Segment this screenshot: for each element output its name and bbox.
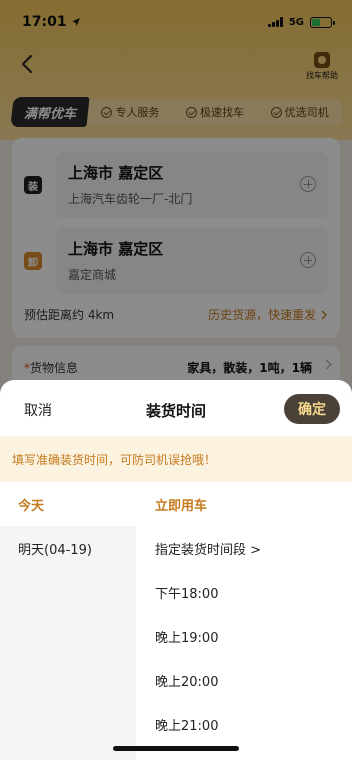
time-option[interactable]: 晚上19:00 [136,614,352,658]
time-option-immediate[interactable]: 立即用车 [136,482,352,526]
time-option-custom-range[interactable]: 指定装货时间段 > [136,526,352,570]
sheet-header: 取消 装货时间 确定 [0,380,352,436]
loading-time-sheet: 取消 装货时间 确定 填写准确装货时间，可防司机误抢哦！ 今天 明天(04-19… [0,380,352,760]
day-option-today[interactable]: 今天 [0,482,136,526]
confirm-button[interactable]: 确定 [284,394,340,424]
time-option[interactable]: 晚上20:00 [136,658,352,702]
tip-banner: 填写准确装货时间，可防司机误抢哦！ [0,436,352,482]
time-option[interactable]: 晚上21:00 [136,702,352,746]
day-option-tomorrow[interactable]: 明天(04-19) [0,526,136,570]
time-picker: 立即用车 指定装货时间段 > 下午18:00 晚上19:00 晚上20:00 晚… [136,482,352,760]
day-picker: 今天 明天(04-19) [0,482,136,760]
home-indicator[interactable] [113,746,239,751]
time-option[interactable]: 下午18:00 [136,570,352,614]
